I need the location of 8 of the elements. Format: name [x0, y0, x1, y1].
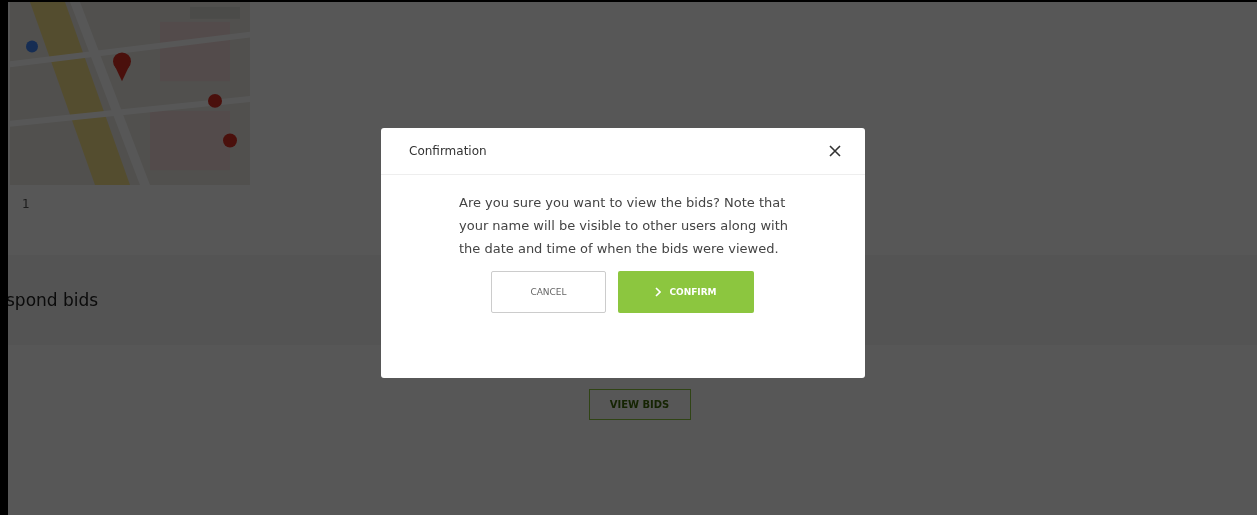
cancel-button[interactable]: CANCEL: [491, 271, 606, 313]
dialog-message: Are you sure you want to view the bids? Note that your name will be visible to other users along with the date and time of when the bids were viewed.: [459, 194, 789, 258]
chevron-icon: [655, 287, 662, 297]
map-caption: 1: [22, 197, 30, 211]
dialog-title: Confirmation: [409, 144, 487, 158]
view-bids-button[interactable]: VIEW BIDS: [588, 389, 691, 420]
close-icon[interactable]: [829, 145, 841, 157]
confirm-button[interactable]: CONFIRM: [618, 271, 754, 313]
